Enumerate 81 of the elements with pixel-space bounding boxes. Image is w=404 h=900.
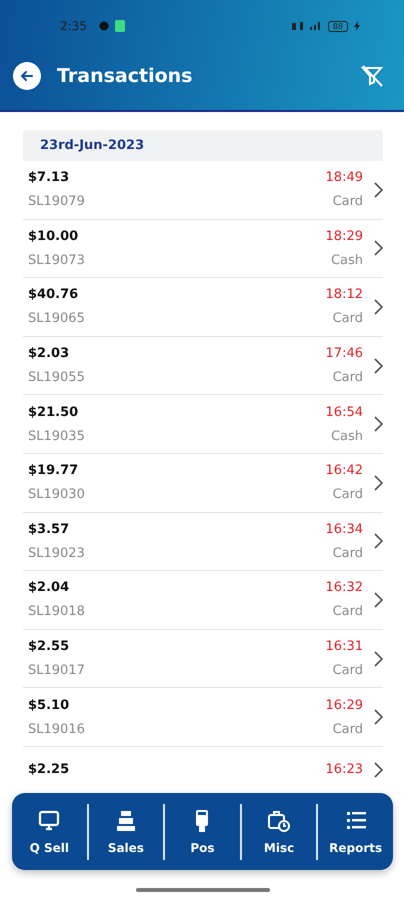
transaction-time: 18:49 (326, 170, 363, 186)
chevron-icon (373, 709, 383, 726)
transaction-row[interactable]: $21.50 SL19035 16:54 Cash (23, 395, 383, 454)
amount: $7.13 (28, 170, 70, 186)
payment-method: Card (332, 546, 363, 561)
transaction-row[interactable]: $2.55 SL19017 16:31 Card (23, 630, 383, 688)
signal-icon (292, 21, 322, 31)
transaction-row[interactable]: $2.04 SL19018 16:32 Card (23, 571, 383, 630)
date-header: 23rd-Jun-2023 (23, 130, 383, 161)
transaction-time: 18:29 (326, 228, 363, 244)
sale-reference: SL19065 (28, 311, 85, 326)
amount: $2.03 (28, 346, 70, 362)
chevron-icon (373, 474, 383, 491)
battery-indicator: 88 (328, 20, 348, 32)
transaction-time: 16:31 (326, 639, 363, 654)
transaction-row[interactable]: $19.77 SL19030 16:42 Card (23, 454, 383, 513)
nav-button[interactable]: Reports (318, 808, 393, 854)
payment-method: Cash (330, 428, 363, 444)
sale-reference: SL19030 (28, 487, 85, 502)
nav-button[interactable]: Misc (242, 808, 316, 854)
chevron-icon (373, 533, 383, 550)
sale-reference: SL19023 (28, 546, 85, 561)
back-arrow-icon (20, 69, 34, 83)
transaction-row[interactable]: $5.10 SL19016 16:29 Card (23, 688, 383, 747)
payment-method: Card (332, 722, 363, 737)
transaction-time: 16:29 (326, 698, 363, 713)
transaction-row[interactable]: $3.57 SL19023 16:34 Card (23, 512, 383, 572)
chevron-icon (373, 592, 383, 608)
sale-reference: SL19055 (28, 370, 85, 386)
transaction-time: 16:32 (326, 580, 363, 596)
nav-button[interactable]: Sales (88, 808, 164, 854)
sale-reference: SL19016 (28, 722, 85, 737)
payment-method: Card (332, 663, 363, 678)
nav-button[interactable]: Pos (165, 808, 240, 854)
transaction-row[interactable]: $40.76 SL19065 18:12 Card (23, 278, 383, 337)
sale-reference: SL19035 (28, 428, 85, 444)
transaction-time: 16:54 (326, 404, 363, 420)
amount: $10.00 (28, 228, 80, 244)
payment-method: Card (332, 487, 363, 502)
sale-reference: SL19018 (28, 604, 85, 620)
briefcase-clock-icon (267, 808, 292, 832)
page-title: Transactions (57, 65, 192, 87)
payment-method: Card (332, 311, 363, 326)
payment-method: Card (332, 194, 363, 210)
amount: $2.25 (28, 762, 70, 778)
transaction-row[interactable]: $7.13 SL19079 18:49 Card (23, 161, 383, 220)
charging-icon (354, 21, 360, 31)
transaction-time: 17:46 (326, 346, 363, 362)
sale-reference: SL19073 (28, 252, 85, 268)
amount: $2.04 (28, 580, 70, 596)
chevron-icon (373, 298, 383, 315)
chevron-icon (373, 416, 383, 432)
sale-reference: SL19017 (28, 663, 85, 678)
payment-method: Cash (330, 252, 363, 268)
amount: $3.57 (28, 522, 70, 537)
status-time: 2:35 (60, 19, 87, 33)
amount: $19.77 (28, 463, 80, 478)
transaction-row[interactable]: $2.03 SL19055 17:46 Card (23, 336, 383, 396)
amount: $40.76 (28, 287, 80, 302)
amount: $21.50 (28, 404, 80, 420)
transaction-time: 16:23 (326, 762, 363, 778)
payment-method: Card (332, 604, 363, 620)
payment-method: Card (332, 370, 363, 386)
monitor-icon (37, 808, 62, 832)
transaction-row[interactable]: $10.00 SL19073 18:29 Cash (23, 220, 383, 278)
chevron-icon (373, 182, 383, 198)
transaction-time: 16:42 (326, 463, 363, 478)
sale-reference: SL19079 (28, 194, 85, 210)
amount: $5.10 (28, 698, 70, 713)
chevron-icon (373, 240, 383, 256)
transaction-time: 16:34 (326, 522, 363, 537)
transaction-row[interactable]: $2.25 16:23 (23, 746, 383, 793)
nav-button[interactable]: Q Sell (12, 808, 87, 854)
chevron-icon (373, 762, 383, 778)
back-button[interactable] (13, 62, 41, 90)
notification-icon (114, 20, 125, 32)
chevron-icon (373, 358, 383, 374)
filter-off-icon[interactable] (360, 65, 384, 87)
amount: $2.55 (28, 639, 70, 654)
transaction-time: 18:12 (326, 287, 363, 302)
chevron-icon (373, 650, 383, 667)
